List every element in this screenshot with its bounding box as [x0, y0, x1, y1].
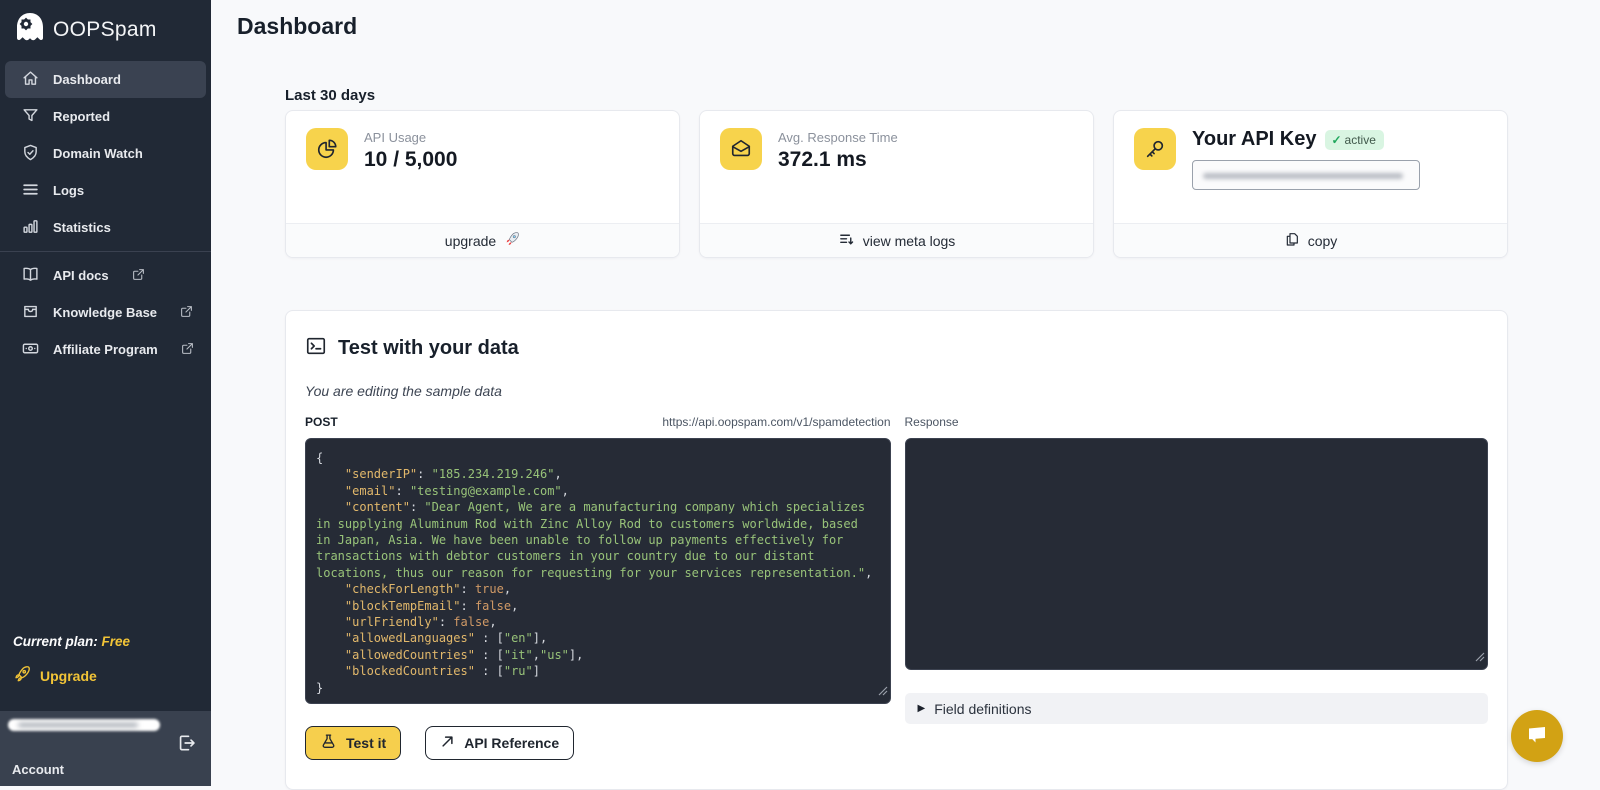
resize-handle[interactable] — [877, 683, 888, 701]
sidebar-item-dashboard[interactable]: Dashboard — [5, 61, 206, 98]
external-link-icon — [181, 342, 194, 358]
plan-label: Current plan: — [13, 634, 98, 649]
copy-action[interactable]: copy — [1114, 223, 1507, 257]
sidebar-divider — [0, 251, 211, 252]
plan-block: Current plan: Free Upgrade — [13, 634, 130, 686]
editing-note: You are editing the sample data — [305, 383, 1488, 399]
sidebar-item-api-docs[interactable]: API docs — [0, 257, 211, 294]
status-badge-label: active — [1345, 133, 1376, 147]
current-plan-text: Current plan: Free — [13, 634, 130, 649]
inbox-icon — [22, 303, 39, 323]
chat-widget-button[interactable] — [1511, 710, 1563, 762]
key-icon — [1134, 128, 1176, 170]
funnel-icon — [22, 107, 39, 127]
response-label: Response — [905, 415, 959, 429]
api-key-field[interactable] — [1192, 160, 1420, 190]
sidebar-item-label: Logs — [53, 183, 84, 198]
sidebar: OOPSpam Dashboard Reported Domain Watch … — [0, 0, 211, 786]
rocket-icon — [13, 665, 31, 686]
response-time-value: 372.1 ms — [778, 148, 898, 172]
account-link[interactable]: Account — [12, 762, 64, 777]
sidebar-item-label: API docs — [53, 268, 109, 283]
sidebar-item-label: Domain Watch — [53, 146, 143, 161]
api-key-card: Your API Key ✓ active copy — [1113, 110, 1508, 258]
terminal-icon — [305, 335, 327, 362]
copy-icon — [1284, 231, 1300, 250]
brand-name: OOPSpam — [53, 18, 157, 42]
home-icon — [22, 70, 39, 90]
view-meta-logs-label: view meta logs — [863, 233, 956, 249]
sidebar-item-affiliate-program[interactable]: Affiliate Program — [0, 331, 211, 368]
test-it-button[interactable]: Test it — [305, 726, 401, 760]
copy-action-label: copy — [1308, 233, 1338, 249]
external-link-icon — [132, 268, 145, 284]
view-meta-logs-action[interactable]: view meta logs — [700, 223, 1093, 257]
api-reference-button[interactable]: API Reference — [425, 726, 574, 760]
shield-check-icon — [22, 144, 39, 164]
check-icon: ✓ — [1331, 133, 1341, 147]
brand-logo[interactable]: OOPSpam — [0, 0, 211, 48]
stats-cards-row: API Usage 10 / 5,000 upgrade Avg. Respon — [285, 110, 1508, 258]
sidebar-item-label: Knowledge Base — [53, 305, 157, 320]
resize-handle[interactable] — [1474, 649, 1485, 667]
upgrade-action-label: upgrade — [445, 233, 496, 249]
sidebar-item-label: Reported — [53, 109, 110, 124]
sidebar-item-knowledge-base[interactable]: Knowledge Base — [0, 294, 211, 331]
sidebar-item-label: Dashboard — [53, 72, 121, 87]
ghost-logo-icon — [13, 11, 47, 48]
sidebar-item-domain-watch[interactable]: Domain Watch — [0, 135, 211, 172]
sidebar-upgrade-link[interactable]: Upgrade — [13, 665, 130, 686]
chat-icon — [1524, 721, 1550, 752]
pie-chart-icon — [306, 128, 348, 170]
sidebar-item-reported[interactable]: Reported — [0, 98, 211, 135]
external-link-icon — [180, 305, 193, 321]
blurred-user-email — [8, 719, 160, 731]
main-content: Dashboard Last 30 days API Usage 10 / 5,… — [211, 0, 1600, 786]
page-title: Dashboard — [237, 13, 357, 40]
card-label: API Usage — [364, 130, 457, 145]
request-editor[interactable]: { "senderIP": "185.234.219.246", "email"… — [305, 438, 891, 704]
account-section: Account — [0, 711, 211, 786]
banknote-icon — [22, 340, 39, 360]
section-title: Last 30 days — [285, 87, 375, 104]
field-definitions-toggle[interactable]: ▶ Field definitions — [905, 693, 1489, 724]
arrow-up-right-icon — [440, 734, 455, 752]
sidebar-item-label: Affiliate Program — [53, 342, 158, 357]
meta-logs-icon — [838, 231, 855, 251]
status-badge: ✓ active — [1325, 130, 1383, 150]
api-usage-card: API Usage 10 / 5,000 upgrade — [285, 110, 680, 258]
list-icon — [22, 181, 39, 201]
card-label: Avg. Response Time — [778, 130, 898, 145]
sidebar-item-logs[interactable]: Logs — [0, 172, 211, 209]
envelope-icon — [720, 128, 762, 170]
plan-value: Free — [102, 634, 131, 649]
blurred-api-key — [1203, 173, 1403, 179]
test-it-label: Test it — [346, 735, 386, 751]
sidebar-item-statistics[interactable]: Statistics — [0, 209, 211, 246]
field-definitions-label: Field definitions — [934, 701, 1031, 717]
endpoint-url: https://api.oopspam.com/v1/spamdetection — [662, 415, 890, 429]
book-icon — [22, 266, 39, 286]
bar-chart-icon — [22, 218, 39, 238]
upgrade-label: Upgrade — [40, 668, 97, 684]
tester-panel: Test with your data You are editing the … — [285, 310, 1508, 790]
api-reference-label: API Reference — [464, 735, 559, 751]
tester-title: Test with your data — [338, 337, 519, 360]
sidebar-item-label: Statistics — [53, 220, 111, 235]
logout-icon[interactable] — [176, 733, 196, 758]
response-output[interactable] — [905, 438, 1489, 670]
api-key-title: Your API Key — [1192, 128, 1316, 151]
sidebar-nav: Dashboard Reported Domain Watch Logs Sta… — [0, 61, 211, 368]
http-method-label: POST — [305, 415, 338, 429]
response-time-card: Avg. Response Time 372.1 ms view meta lo… — [699, 110, 1094, 258]
flask-icon — [320, 733, 337, 753]
rocket-emoji-icon — [504, 231, 520, 250]
api-usage-value: 10 / 5,000 — [364, 148, 457, 172]
disclosure-triangle-icon: ▶ — [918, 703, 926, 714]
upgrade-action[interactable]: upgrade — [286, 223, 679, 257]
